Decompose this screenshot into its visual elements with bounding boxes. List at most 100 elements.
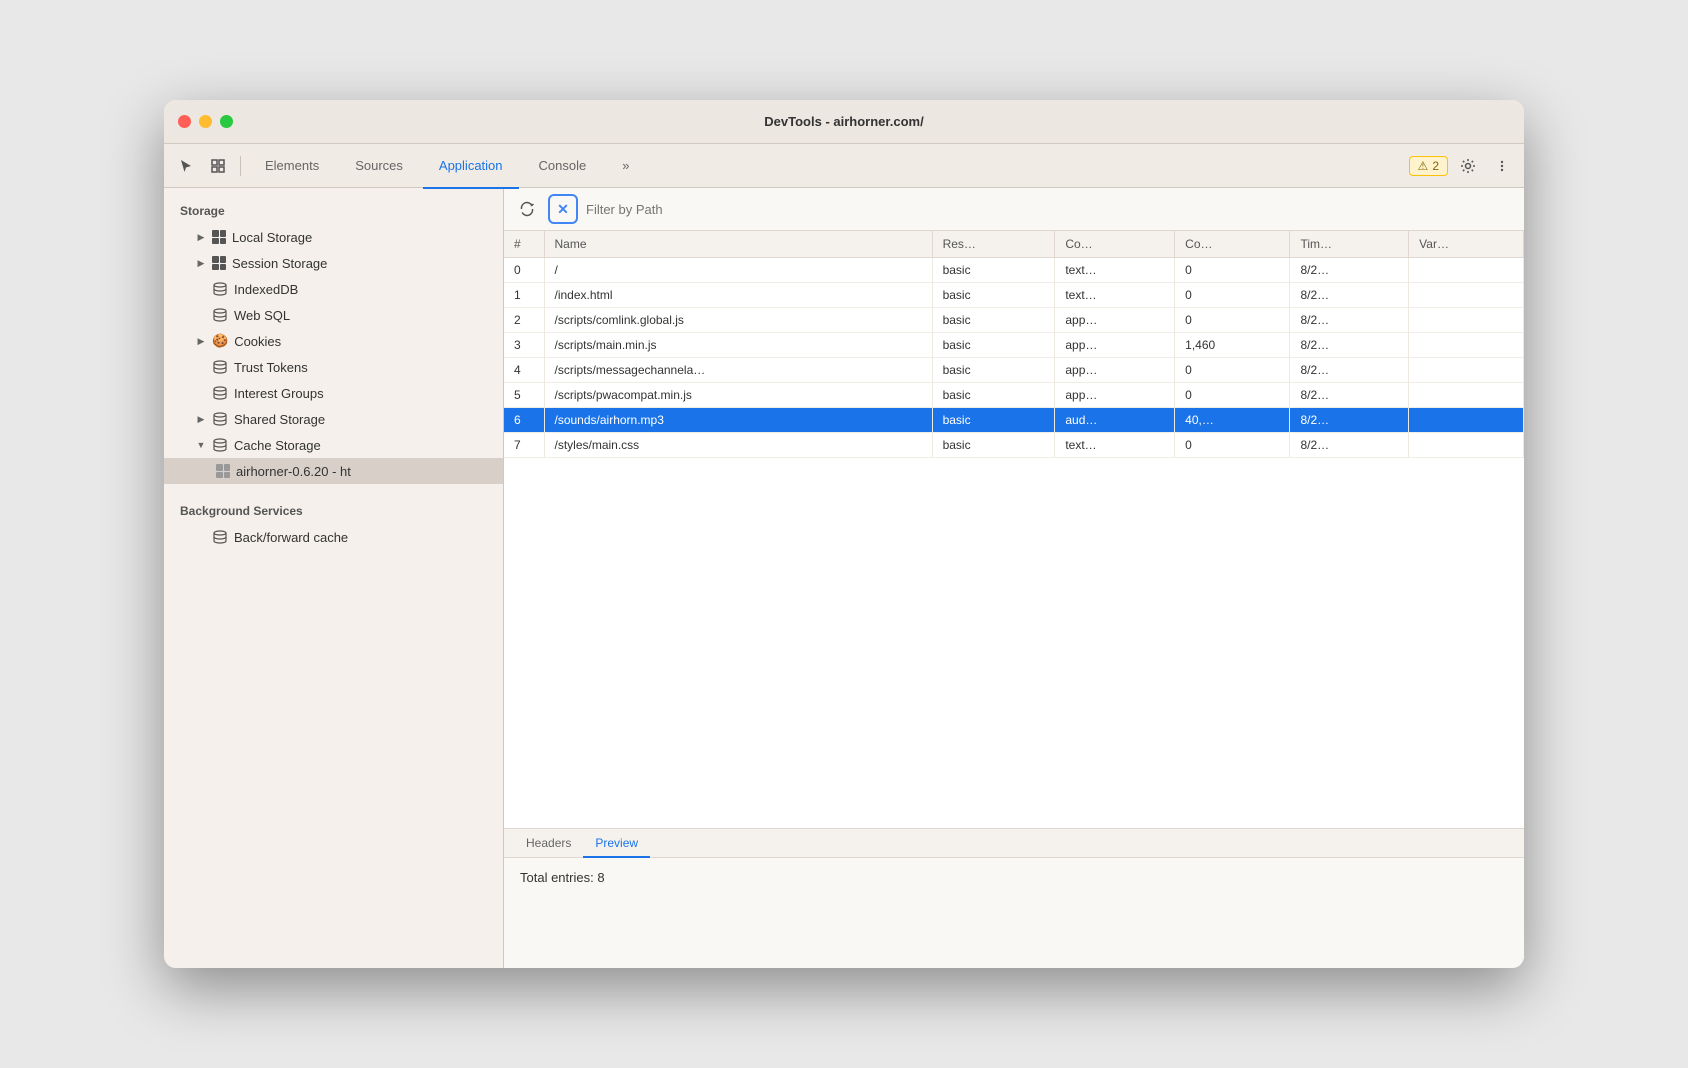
cell-name: /styles/main.css — [544, 433, 932, 458]
refresh-button[interactable] — [514, 196, 540, 222]
devtools-window: DevTools - airhorner.com/ Elements Sourc… — [164, 100, 1524, 968]
settings-icon[interactable] — [1454, 152, 1482, 180]
titlebar: DevTools - airhorner.com/ — [164, 100, 1524, 144]
table-row[interactable]: 3/scripts/main.min.jsbasicapp…1,4608/2… — [504, 333, 1524, 358]
sidebar-item-indexeddb[interactable]: IndexedDB — [164, 276, 503, 302]
tab-console[interactable]: Console — [523, 145, 603, 189]
cell-tim: 8/2… — [1290, 358, 1409, 383]
sidebar-item-trust-tokens[interactable]: Trust Tokens — [164, 354, 503, 380]
sidebar-item-cache-storage[interactable]: Cache Storage — [164, 432, 503, 458]
sidebar-item-label: Web SQL — [234, 308, 290, 323]
cursor-icon[interactable] — [172, 152, 200, 180]
cell-co2: 0 — [1175, 283, 1290, 308]
sidebar-item-local-storage[interactable]: Local Storage — [164, 224, 503, 250]
tab-elements[interactable]: Elements — [249, 145, 335, 189]
table-row[interactable]: 1/index.htmlbasictext…08/2… — [504, 283, 1524, 308]
cell-tim: 8/2… — [1290, 383, 1409, 408]
table-row[interactable]: 6/sounds/airhorn.mp3basicaud…40,…8/2… — [504, 408, 1524, 433]
cell-num: 7 — [504, 433, 544, 458]
cell-co2: 0 — [1175, 433, 1290, 458]
cell-res: basic — [932, 358, 1055, 383]
table-row[interactable]: 5/scripts/pwacompat.min.jsbasicapp…08/2… — [504, 383, 1524, 408]
col-var: Var… — [1409, 231, 1524, 258]
cell-num: 1 — [504, 283, 544, 308]
col-name: Name — [544, 231, 932, 258]
cell-res: basic — [932, 258, 1055, 283]
filter-bar: ✕ — [504, 188, 1524, 231]
db-icon — [212, 359, 228, 375]
cell-co1: aud… — [1055, 408, 1175, 433]
table-body: 0/basictext…08/2…1/index.htmlbasictext…0… — [504, 258, 1524, 458]
sidebar-item-cache-child[interactable]: airhorner-0.6.20 - ht — [164, 458, 503, 484]
cell-tim: 8/2… — [1290, 258, 1409, 283]
cell-co2: 1,460 — [1175, 333, 1290, 358]
clear-filter-button[interactable]: ✕ — [548, 194, 578, 224]
cell-name: /scripts/pwacompat.min.js — [544, 383, 932, 408]
table-row[interactable]: 7/styles/main.cssbasictext…08/2… — [504, 433, 1524, 458]
tab-sources[interactable]: Sources — [339, 145, 419, 189]
db-icon — [212, 411, 228, 427]
cell-name: /scripts/messagechannela… — [544, 358, 932, 383]
cell-name: / — [544, 258, 932, 283]
cell-co2: 0 — [1175, 308, 1290, 333]
db-icon — [212, 385, 228, 401]
col-res: Res… — [932, 231, 1055, 258]
close-button[interactable] — [178, 115, 191, 128]
toolbar-right: ⚠ 2 — [1409, 152, 1516, 180]
window-title: DevTools - airhorner.com/ — [764, 114, 923, 129]
sidebar-item-label: Interest Groups — [234, 386, 324, 401]
cell-var — [1409, 358, 1524, 383]
sidebar-item-label: IndexedDB — [234, 282, 298, 297]
cell-tim: 8/2… — [1290, 333, 1409, 358]
cell-co1: text… — [1055, 258, 1175, 283]
cookie-icon: 🍪 — [212, 333, 228, 349]
arrow-icon — [196, 232, 206, 242]
inspect-icon[interactable] — [204, 152, 232, 180]
divider — [240, 156, 241, 176]
tab-more[interactable]: » — [606, 145, 645, 189]
arrow-icon — [196, 258, 206, 268]
table-row[interactable]: 0/basictext…08/2… — [504, 258, 1524, 283]
maximize-button[interactable] — [220, 115, 233, 128]
sidebar-item-back-forward-cache[interactable]: Back/forward cache — [164, 524, 503, 550]
warning-count: 2 — [1432, 159, 1439, 173]
table-header-row: # Name Res… Co… Co… Tim… Var… — [504, 231, 1524, 258]
cell-var — [1409, 408, 1524, 433]
warning-icon: ⚠ — [1418, 159, 1429, 173]
sidebar-item-cookies[interactable]: 🍪 Cookies — [164, 328, 503, 354]
tab-headers[interactable]: Headers — [514, 830, 583, 858]
sidebar-item-label: airhorner-0.6.20 - ht — [236, 464, 351, 479]
cell-co1: app… — [1055, 383, 1175, 408]
minimize-button[interactable] — [199, 115, 212, 128]
storage-section-title: Storage — [164, 200, 503, 224]
total-entries: Total entries: 8 — [520, 870, 605, 885]
sidebar-item-shared-storage[interactable]: Shared Storage — [164, 406, 503, 432]
sidebar-item-session-storage[interactable]: Session Storage — [164, 250, 503, 276]
sidebar-item-label: Cookies — [234, 334, 281, 349]
background-services-title: Background Services — [164, 500, 503, 524]
cell-tim: 8/2… — [1290, 283, 1409, 308]
filter-input[interactable] — [586, 202, 1514, 217]
table-row[interactable]: 2/scripts/comlink.global.jsbasicapp…08/2… — [504, 308, 1524, 333]
cell-co1: app… — [1055, 308, 1175, 333]
sidebar-item-interest-groups[interactable]: Interest Groups — [164, 380, 503, 406]
sidebar-item-label: Shared Storage — [234, 412, 325, 427]
sidebar-item-web-sql[interactable]: Web SQL — [164, 302, 503, 328]
cell-name: /index.html — [544, 283, 932, 308]
cache-table: # Name Res… Co… Co… Tim… Var… 0/basictex… — [504, 231, 1524, 458]
db-icon — [212, 437, 228, 453]
warning-badge[interactable]: ⚠ 2 — [1409, 156, 1448, 176]
table-row[interactable]: 4/scripts/messagechannela…basicapp…08/2… — [504, 358, 1524, 383]
arrow-icon — [196, 336, 206, 346]
cell-num: 3 — [504, 333, 544, 358]
db-icon — [212, 307, 228, 323]
tab-application[interactable]: Application — [423, 145, 519, 189]
cell-co1: app… — [1055, 358, 1175, 383]
cell-num: 5 — [504, 383, 544, 408]
col-co2: Co… — [1175, 231, 1290, 258]
tab-preview[interactable]: Preview — [583, 830, 650, 858]
more-options-icon[interactable] — [1488, 152, 1516, 180]
toolbar: Elements Sources Application Console » ⚠… — [164, 144, 1524, 188]
bottom-tabs: Headers Preview — [504, 829, 1524, 858]
sidebar-item-label: Trust Tokens — [234, 360, 308, 375]
